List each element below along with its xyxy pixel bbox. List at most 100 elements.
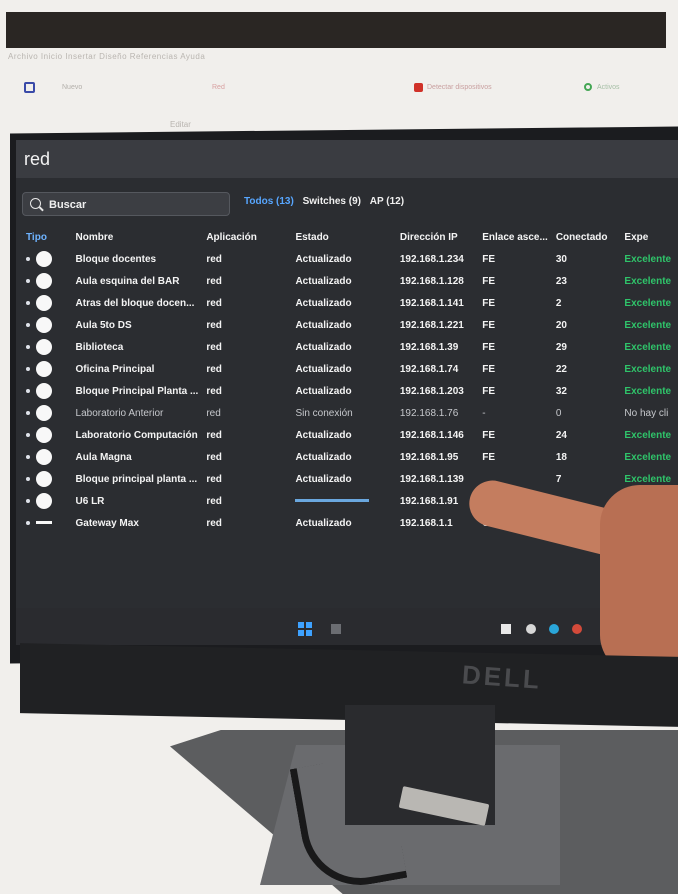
table-row[interactable]: Bloque Principal Planta ... red Actualizad…: [22, 380, 678, 402]
table-row[interactable]: Aula esquina del BAR red Actualizado 192.16…: [22, 270, 678, 292]
column-header-status[interactable]: Estado: [291, 226, 395, 248]
row-application: red: [206, 473, 222, 485]
table-row[interactable]: Laboratorio Computación red Actualizado 192…: [22, 424, 678, 446]
table-row[interactable]: Bloque docentes red Actualizado 192.168.1.2…: [22, 248, 678, 270]
row-status: Actualizado: [295, 319, 352, 331]
table-row[interactable]: Biblioteca red Actualizado 192.168.1.39 FE 29…: [22, 336, 678, 358]
column-header-application[interactable]: Aplicación: [202, 226, 291, 248]
column-header-ip[interactable]: Dirección IP: [396, 226, 478, 248]
row-type-cell: [22, 314, 72, 336]
file-explorer-icon[interactable]: [501, 624, 511, 634]
access-point-icon: [36, 493, 52, 509]
row-status: Actualizado: [295, 363, 352, 375]
row-name: Atras del bloque docen...: [75, 297, 195, 309]
table-row[interactable]: Laboratorio Anterior red Sin conexión 192.1…: [22, 402, 678, 424]
status-dot-icon: [26, 257, 30, 261]
app-taskbar-icon[interactable]: [572, 624, 582, 634]
row-type-cell: [22, 446, 72, 468]
row-type-cell: [22, 490, 72, 512]
status-dot-icon: [26, 389, 30, 393]
row-type-cell: [22, 380, 72, 402]
row-name: Aula esquina del BAR: [75, 275, 180, 287]
row-name: Biblioteca: [75, 341, 124, 353]
table-row[interactable]: Aula 5to DS red Actualizado 192.168.1.221 FE…: [22, 314, 678, 336]
windows-start-icon[interactable]: [298, 622, 312, 636]
row-type-cell: [22, 512, 72, 534]
screen: red Todos (13) Switches (9) AP (12) Tipo…: [16, 140, 678, 645]
table-row[interactable]: Bloque principal planta ... red Actualizad…: [22, 468, 678, 490]
filter-tab-ap[interactable]: AP (12): [370, 196, 404, 207]
document-menu-text: Archivo Inicio Insertar Diseño Referenci…: [8, 52, 206, 61]
row-ip: 192.168.1.95: [399, 451, 459, 463]
row-name: Oficina Principal: [75, 363, 155, 375]
table-row[interactable]: Atras del bloque docen... red Actualizado 1…: [22, 292, 678, 314]
access-point-icon: [36, 449, 52, 465]
column-header-uplink[interactable]: Enlace asce...: [478, 226, 552, 248]
row-status: Actualizado: [295, 253, 352, 265]
devices-table: Tipo Nombre Aplicación Estado Dirección …: [22, 226, 678, 534]
column-header-connected[interactable]: Conectado: [552, 226, 621, 248]
update-progress-bar: [295, 499, 370, 503]
row-status: Actualizado: [295, 473, 352, 485]
row-type-cell: [22, 336, 72, 358]
column-header-name[interactable]: Nombre: [72, 226, 203, 248]
row-connected: 0: [555, 407, 562, 419]
table-row[interactable]: Oficina Principal red Actualizado 192.168.1…: [22, 358, 678, 380]
taskbar: [16, 608, 678, 645]
row-connected: 20: [555, 319, 567, 331]
row-status: Actualizado: [295, 451, 352, 463]
toolbar-item-red[interactable]: Red: [212, 84, 225, 91]
access-point-icon: [36, 317, 52, 333]
row-status: Actualizado: [295, 275, 352, 287]
search-box[interactable]: [22, 192, 230, 216]
status-dot-icon: [26, 433, 30, 437]
status-dot-icon: [26, 345, 30, 349]
row-status: Sin conexión: [295, 407, 353, 419]
filter-tab-switches[interactable]: Switches (9): [303, 196, 361, 207]
row-type-cell: [22, 292, 72, 314]
settings-icon[interactable]: [526, 624, 536, 634]
row-uplink: FE: [482, 341, 495, 353]
row-status: Actualizado: [295, 341, 352, 353]
access-point-icon: [36, 251, 52, 267]
row-status: Actualizado: [295, 429, 352, 441]
row-connected: 22: [555, 363, 567, 375]
edge-browser-icon[interactable]: [549, 624, 559, 634]
row-connected: 30: [555, 253, 567, 265]
row-type-cell: [22, 358, 72, 380]
row-experience: Excelente: [624, 363, 672, 375]
row-application: red: [206, 517, 222, 529]
row-experience: Excelente: [624, 319, 672, 331]
access-point-icon: [36, 405, 52, 421]
toolbar-item-new[interactable]: Nuevo: [62, 84, 82, 91]
status-dot-icon: [26, 520, 30, 525]
column-header-type[interactable]: Tipo: [22, 226, 72, 248]
search-taskbar-icon[interactable]: [331, 624, 341, 634]
table-row[interactable]: Aula Magna red Actualizado 192.168.1.95 FE 18…: [22, 446, 678, 468]
row-application: red: [206, 253, 222, 265]
page-title: red: [24, 149, 51, 169]
row-connected: 2: [555, 297, 562, 309]
row-ip: 192.168.1.74: [399, 363, 459, 375]
row-status: Actualizado: [295, 385, 352, 397]
column-header-experience[interactable]: Expe: [620, 226, 678, 248]
row-uplink: FE: [482, 297, 495, 309]
toolbar-item-active[interactable]: Activos: [597, 84, 620, 91]
row-uplink: FE: [482, 319, 495, 331]
toolbar-item-detect[interactable]: Detectar dispositivos: [427, 84, 492, 91]
row-ip: 192.168.1.234: [399, 253, 464, 265]
row-ip: 192.168.1.128: [399, 275, 464, 287]
access-point-icon: [36, 471, 52, 487]
row-ip: 192.168.1.146: [399, 429, 464, 441]
filter-tab-all[interactable]: Todos (13): [244, 196, 294, 207]
row-connected: 7: [555, 473, 562, 485]
row-type-cell: [22, 402, 72, 424]
row-status: Actualizado: [295, 297, 352, 309]
row-name: Bloque docentes: [75, 253, 157, 265]
row-uplink: FE: [482, 385, 495, 397]
row-application: red: [206, 319, 222, 331]
search-input[interactable]: [47, 196, 221, 214]
row-experience: Excelente: [624, 451, 672, 463]
row-uplink: FE: [482, 451, 495, 463]
row-connected: 23: [555, 275, 567, 287]
